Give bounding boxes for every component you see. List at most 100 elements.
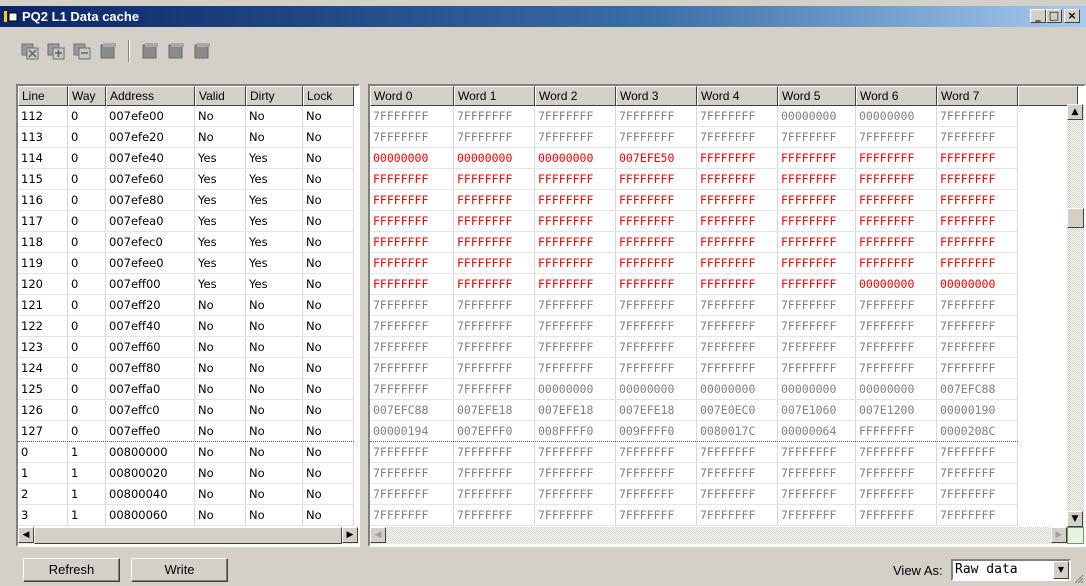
view-as-select[interactable]: Raw data ▼ — [951, 559, 1071, 581]
column-header[interactable]: Word 7 — [937, 86, 1018, 106]
cache-flush-icon[interactable] — [46, 41, 66, 61]
scroll-up-icon[interactable]: ▲ — [1067, 104, 1083, 120]
column-header[interactable]: Word 1 — [454, 86, 535, 106]
cache-data-row[interactable]: FFFFFFFF FFFFFFFF FFFFFFFF FFFFFFFF FFFFFFFF… — [370, 232, 1018, 253]
write-button[interactable]: Write — [131, 558, 228, 582]
cache-line-row[interactable]: 120 0 007eff00 Yes Yes No — [18, 274, 354, 295]
cache-data-row[interactable]: 007EFC88 007EFE18 007EFE18 007EFE18 007E0EC0… — [370, 400, 1018, 421]
cache-line-row[interactable]: 117 0 007efea0 Yes Yes No — [18, 211, 354, 232]
cache-data-row[interactable]: 00000194 007EFFF0 008FFFF0 009FFFF0 0080017C… — [370, 421, 1018, 442]
cache-line-row[interactable]: 127 0 007effe0 No No No — [18, 421, 354, 442]
word-cell: 7FFFFFFF — [616, 106, 697, 126]
cache-line-row[interactable]: 116 0 007efe80 Yes Yes No — [18, 190, 354, 211]
vertical-scroll-thumb[interactable] — [1067, 208, 1084, 228]
column-header[interactable]: Line — [18, 86, 68, 106]
cache-line-row[interactable]: 118 0 007efec0 Yes Yes No — [18, 232, 354, 253]
cache-data-row[interactable]: 7FFFFFFF 7FFFFFFF 7FFFFFFF 7FFFFFFF 7FFFFFFF… — [370, 316, 1018, 337]
cache-line-row[interactable]: 125 0 007effa0 No No No — [18, 379, 354, 400]
cache-line-row[interactable]: 114 0 007efe40 Yes Yes No — [18, 148, 354, 169]
cache-data-row[interactable]: 7FFFFFFF 7FFFFFFF 7FFFFFFF 7FFFFFFF 7FFFFFFF… — [370, 358, 1018, 379]
table-cell: Yes — [195, 232, 246, 252]
title-bar[interactable]: PQ2 L1 Data cache _ □ × — [0, 6, 1086, 27]
cache-line-row[interactable]: 124 0 007eff80 No No No — [18, 358, 354, 379]
refresh-button[interactable]: Refresh — [23, 558, 120, 582]
cache-line-row[interactable]: 126 0 007effc0 No No No — [18, 400, 354, 421]
scroll-right-icon[interactable]: ▶ — [1051, 527, 1067, 543]
cache-line-row[interactable]: 112 0 007efe00 No No No — [18, 106, 354, 127]
scroll-right-icon[interactable]: ▶ — [342, 527, 358, 543]
word-cell: 7FFFFFFF — [778, 127, 856, 147]
cache-data-row[interactable]: 7FFFFFFF 7FFFFFFF 7FFFFFFF 7FFFFFFF 7FFFFFFF… — [370, 505, 1018, 526]
cache-line-row[interactable]: 113 0 007efe20 No No No — [18, 127, 354, 148]
cache-data-row[interactable]: FFFFFFFF FFFFFFFF FFFFFFFF FFFFFFFF FFFFFFFF… — [370, 190, 1018, 211]
cache-line-row[interactable]: 123 0 007eff60 No No No — [18, 337, 354, 358]
maximize-button[interactable]: □ — [1046, 9, 1062, 23]
cache-data-row[interactable]: 00000000 00000000 00000000 007EFE50 FFFFFFFF… — [370, 148, 1018, 169]
cache-data-row[interactable]: 7FFFFFFF 7FFFFFFF 7FFFFFFF 7FFFFFFF 7FFFFFFF… — [370, 295, 1018, 316]
table-cell: No — [195, 358, 246, 378]
minimize-button[interactable]: _ — [1030, 9, 1046, 23]
column-header[interactable]: Word 3 — [616, 86, 697, 106]
column-header[interactable]: Dirty — [246, 86, 303, 106]
cache-line-row[interactable]: 0 1 00800000 No No No — [18, 442, 354, 463]
vertical-scrollbar[interactable]: ▲ ▼ — [1067, 104, 1084, 527]
close-button[interactable]: × — [1064, 9, 1080, 23]
table-cell: No — [303, 232, 354, 252]
chevron-down-icon[interactable]: ▼ — [1053, 561, 1069, 579]
scroll-left-icon[interactable]: ◀ — [370, 527, 386, 543]
cache-line-row[interactable]: 122 0 007eff40 No No No — [18, 316, 354, 337]
scroll-left-icon[interactable]: ◀ — [18, 527, 34, 543]
table-cell: 0 — [68, 232, 106, 252]
window-icon[interactable] — [4, 10, 18, 23]
cache-data-row[interactable]: 7FFFFFFF 7FFFFFFF 7FFFFFFF 7FFFFFFF 7FFFFFFF… — [370, 463, 1018, 484]
table-cell: 007efec0 — [106, 232, 195, 252]
cache-data-row[interactable]: 7FFFFFFF 7FFFFFFF 7FFFFFFF 7FFFFFFF 7FFFFFFF… — [370, 337, 1018, 358]
cache-line-row[interactable]: 3 1 00800060 No No No — [18, 505, 354, 526]
cache-data-row[interactable]: 7FFFFFFF 7FFFFFFF 7FFFFFFF 7FFFFFFF 7FFFFFFF… — [370, 484, 1018, 505]
cache-data-row[interactable]: FFFFFFFF FFFFFFFF FFFFFFFF FFFFFFFF FFFFFFFF… — [370, 253, 1018, 274]
column-header[interactable]: Valid — [195, 86, 246, 106]
cache-data-row[interactable]: 7FFFFFFF 7FFFFFFF 7FFFFFFF 7FFFFFFF 7FFFFFFF… — [370, 106, 1018, 127]
column-header[interactable]: Lock — [303, 86, 354, 106]
word-cell: 7FFFFFFF — [697, 484, 778, 504]
table-cell: 007eff60 — [106, 337, 195, 357]
table-cell: 007efe80 — [106, 190, 195, 210]
column-header[interactable]: Word 5 — [778, 86, 856, 106]
cache-enable-icon[interactable] — [192, 41, 212, 61]
word-cell: 0000208C — [937, 421, 1018, 441]
cache-line-row[interactable]: 119 0 007efee0 Yes Yes No — [18, 253, 354, 274]
table-cell: 1 — [68, 484, 106, 504]
right-horizontal-scrollbar[interactable]: ◀ ▶ — [370, 527, 1067, 544]
cache-line-row[interactable]: 1 1 00800020 No No No — [18, 463, 354, 484]
column-header[interactable]: Word 4 — [697, 86, 778, 106]
cache-line-row[interactable]: 121 0 007eff20 No No No — [18, 295, 354, 316]
cache-unlock-icon[interactable] — [166, 41, 186, 61]
column-header[interactable]: Word 0 — [370, 86, 454, 106]
cache-data-row[interactable]: FFFFFFFF FFFFFFFF FFFFFFFF FFFFFFFF FFFFFFFF… — [370, 211, 1018, 232]
cache-line-row[interactable]: 2 1 00800040 No No No — [18, 484, 354, 505]
column-header[interactable]: Address — [106, 86, 195, 106]
scroll-down-icon[interactable]: ▼ — [1067, 511, 1083, 527]
cache-lock-icon[interactable] — [140, 41, 160, 61]
word-cell: FFFFFFFF — [535, 274, 616, 294]
cache-data-row[interactable]: 7FFFFFFF 7FFFFFFF 00000000 00000000 00000000… — [370, 379, 1018, 400]
cache-copy-icon[interactable] — [72, 41, 92, 61]
column-header[interactable]: Word 2 — [535, 86, 616, 106]
word-cell: 007EFE18 — [535, 400, 616, 420]
view-as-value: Raw data — [955, 562, 1018, 577]
cache-data-row[interactable]: FFFFFFFF FFFFFFFF FFFFFFFF FFFFFFFF FFFFFFFF… — [370, 169, 1018, 190]
left-horizontal-scrollbar[interactable]: ◀ ▶ — [18, 527, 358, 544]
resize-grip-icon[interactable] — [1072, 572, 1084, 584]
cache-invalidate-icon[interactable] — [20, 41, 40, 61]
cache-data-row[interactable]: 7FFFFFFF 7FFFFFFF 7FFFFFFF 7FFFFFFF 7FFFFFFF… — [370, 442, 1018, 463]
left-scroll-thumb[interactable] — [34, 527, 342, 544]
table-cell: No — [246, 316, 303, 336]
cache-data-row[interactable]: FFFFFFFF FFFFFFFF FFFFFFFF FFFFFFFF FFFFFFFF… — [370, 274, 1018, 295]
word-cell: 00000000 — [778, 379, 856, 399]
cache-data-row[interactable]: 7FFFFFFF 7FFFFFFF 7FFFFFFF 7FFFFFFF 7FFFFFFF… — [370, 127, 1018, 148]
word-cell: 7FFFFFFF — [856, 505, 937, 525]
cache-block-icon[interactable] — [98, 41, 118, 61]
column-header[interactable]: Word 6 — [856, 86, 937, 106]
column-header[interactable]: Way — [68, 86, 106, 106]
cache-line-row[interactable]: 115 0 007efe60 Yes Yes No — [18, 169, 354, 190]
